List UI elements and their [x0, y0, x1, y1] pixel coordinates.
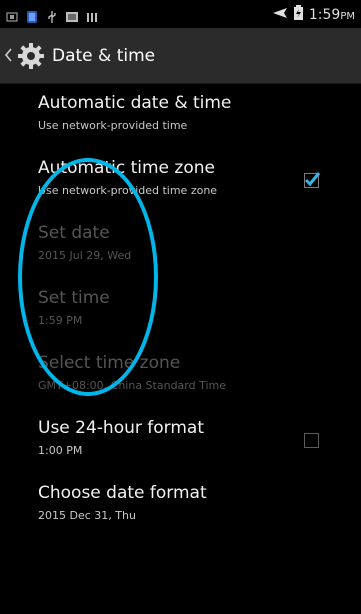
sim-icon: [6, 8, 18, 22]
battery-icon: [293, 5, 303, 24]
setting-title: Automatic date & time: [38, 93, 232, 113]
setting-summary: 1:59 PM: [38, 314, 83, 327]
app-icon: [26, 8, 38, 23]
setting-set-time[interactable]: Set time 1:59 PM: [0, 278, 361, 343]
automatic-time-zone-checkbox[interactable]: [304, 172, 321, 188]
airplane-mode-icon: [272, 6, 288, 24]
setting-summary: Use network-provided time zone: [38, 184, 218, 197]
setting-summary: Use network-provided time: [38, 119, 188, 132]
setting-automatic-date-time[interactable]: Automatic date & time Use network-provid…: [0, 83, 361, 148]
notification-icons: [6, 6, 98, 23]
gear-icon: [16, 41, 46, 71]
status-icons: 1:59PM: [272, 5, 355, 24]
setting-summary: GMT+08:00, China Standard Time: [38, 379, 227, 392]
setting-title: Choose date format: [38, 483, 207, 503]
checkmark-icon: [304, 172, 321, 187]
action-bar: Date & time: [0, 28, 361, 84]
setting-summary: 2015 Dec 31, Thu: [38, 509, 136, 522]
setting-title: Select time zone: [38, 353, 181, 373]
status-bar: 1:59PM: [0, 0, 361, 28]
bars-icon: [86, 8, 98, 22]
setting-select-time-zone[interactable]: Select time zone GMT+08:00, China Standa…: [0, 343, 361, 408]
setting-set-date[interactable]: Set date 2015 Jul 29, Wed: [0, 213, 361, 278]
setting-use-24-hour-format[interactable]: Use 24-hour format 1:00 PM: [0, 408, 361, 473]
use-24-hour-format-checkbox[interactable]: [304, 433, 319, 448]
chevron-left-icon: [4, 47, 16, 66]
page-title: Date & time: [52, 46, 156, 66]
image-icon: [66, 8, 78, 22]
clock-time: 1:59: [308, 6, 341, 23]
setting-choose-date-format[interactable]: Choose date format 2015 Dec 31, Thu: [0, 473, 361, 538]
setting-automatic-time-zone[interactable]: Automatic time zone Use network-provided…: [0, 148, 361, 213]
settings-list: Automatic date & time Use network-provid…: [0, 83, 361, 538]
home-up-button[interactable]: Date & time: [4, 38, 155, 74]
setting-summary: 1:00 PM: [38, 444, 83, 457]
usb-icon: [46, 8, 58, 23]
clock: 1:59PM: [309, 7, 355, 23]
clock-ampm: PM: [340, 10, 355, 22]
setting-title: Set time: [38, 288, 110, 308]
setting-title: Use 24-hour format: [38, 418, 204, 438]
setting-title: Set date: [38, 223, 110, 243]
setting-summary: 2015 Jul 29, Wed: [38, 249, 132, 262]
setting-title: Automatic time zone: [38, 158, 215, 178]
